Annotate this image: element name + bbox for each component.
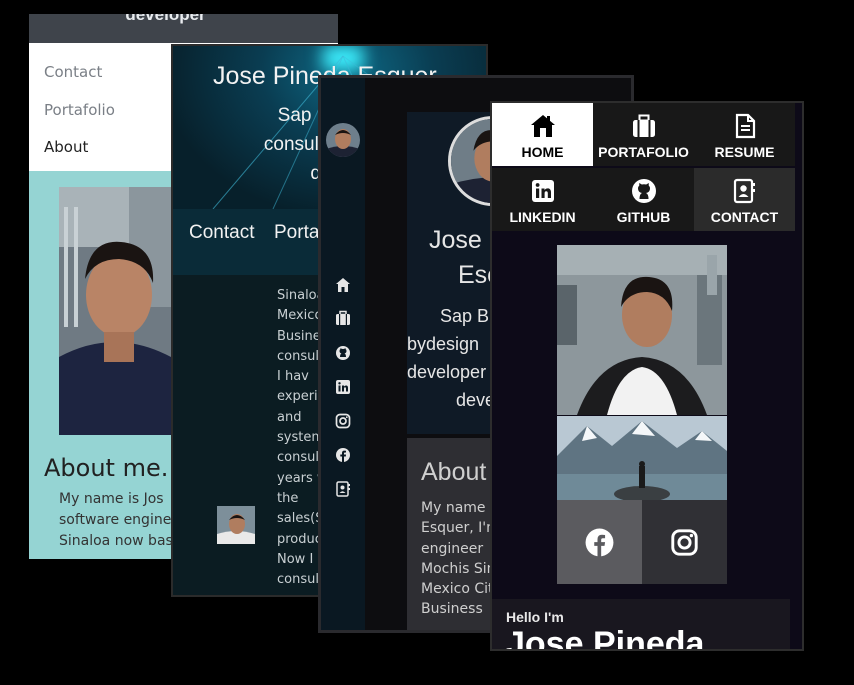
nav-item-contact[interactable]: Contact	[44, 63, 102, 81]
home-icon	[531, 115, 555, 137]
nav-linkedin-button[interactable]: LINKEDIN	[492, 168, 593, 231]
hello-text: Hello I'm	[506, 609, 564, 625]
facebook-link[interactable]	[557, 500, 642, 584]
sidebar-avatar[interactable]	[326, 123, 360, 157]
hero-name: Jose Pineda	[506, 625, 705, 651]
nav-home-button[interactable]: HOME	[492, 103, 593, 166]
instagram-link[interactable]	[642, 500, 727, 584]
sidebar	[321, 78, 365, 630]
contact-card-icon[interactable]	[335, 481, 351, 497]
briefcase-icon[interactable]	[335, 310, 351, 326]
header-bar: developer	[29, 14, 338, 43]
nav-grid: HOME PORTAFOLIO RESUME LINKEDIN GITHUB C…	[492, 103, 796, 231]
nav-item-contact[interactable]: Contact	[189, 222, 254, 244]
nav-contact-button[interactable]: CONTACT	[694, 168, 795, 231]
hero-name: Jose	[429, 226, 482, 254]
nav-item-portafolio[interactable]: Porta	[274, 222, 319, 244]
nav-label: CONTACT	[710, 209, 779, 225]
github-icon	[632, 179, 656, 203]
intro-section: Hello I'm Jose Pineda	[492, 599, 790, 651]
briefcase-icon	[633, 114, 655, 137]
linkedin-icon[interactable]	[335, 379, 351, 395]
instagram-icon	[671, 529, 698, 556]
mountain-photo	[557, 416, 727, 500]
nav-item-portafolio[interactable]: Portafolio	[44, 101, 115, 119]
document-icon	[735, 113, 756, 139]
front-theme-screenshot: HOME PORTAFOLIO RESUME LINKEDIN GITHUB C…	[490, 101, 804, 651]
facebook-icon[interactable]	[335, 447, 351, 463]
profile-photo	[59, 187, 171, 435]
home-icon[interactable]	[335, 277, 351, 293]
nav-item-about[interactable]: About	[44, 138, 88, 156]
header-title: developer	[125, 14, 206, 24]
linkedin-icon	[532, 180, 554, 202]
nav-label: RESUME	[714, 144, 775, 160]
nav-portafolio-button[interactable]: PORTAFOLIO	[593, 103, 694, 166]
profile-photo	[557, 245, 727, 415]
nav-label: GITHUB	[616, 209, 671, 225]
github-icon[interactable]	[335, 345, 351, 361]
profile-thumbnail	[217, 506, 255, 544]
instagram-icon[interactable]	[335, 413, 351, 429]
nav-label: PORTAFOLIO	[598, 144, 689, 160]
facebook-icon	[585, 528, 614, 557]
nav-label: LINKEDIN	[509, 209, 576, 225]
nav-github-button[interactable]: GITHUB	[593, 168, 694, 231]
nav-label: HOME	[521, 144, 564, 160]
about-heading: About	[421, 458, 487, 486]
contact-card-icon	[733, 178, 755, 204]
about-heading: About me.	[44, 454, 169, 482]
nav-resume-button[interactable]: RESUME	[694, 103, 795, 166]
